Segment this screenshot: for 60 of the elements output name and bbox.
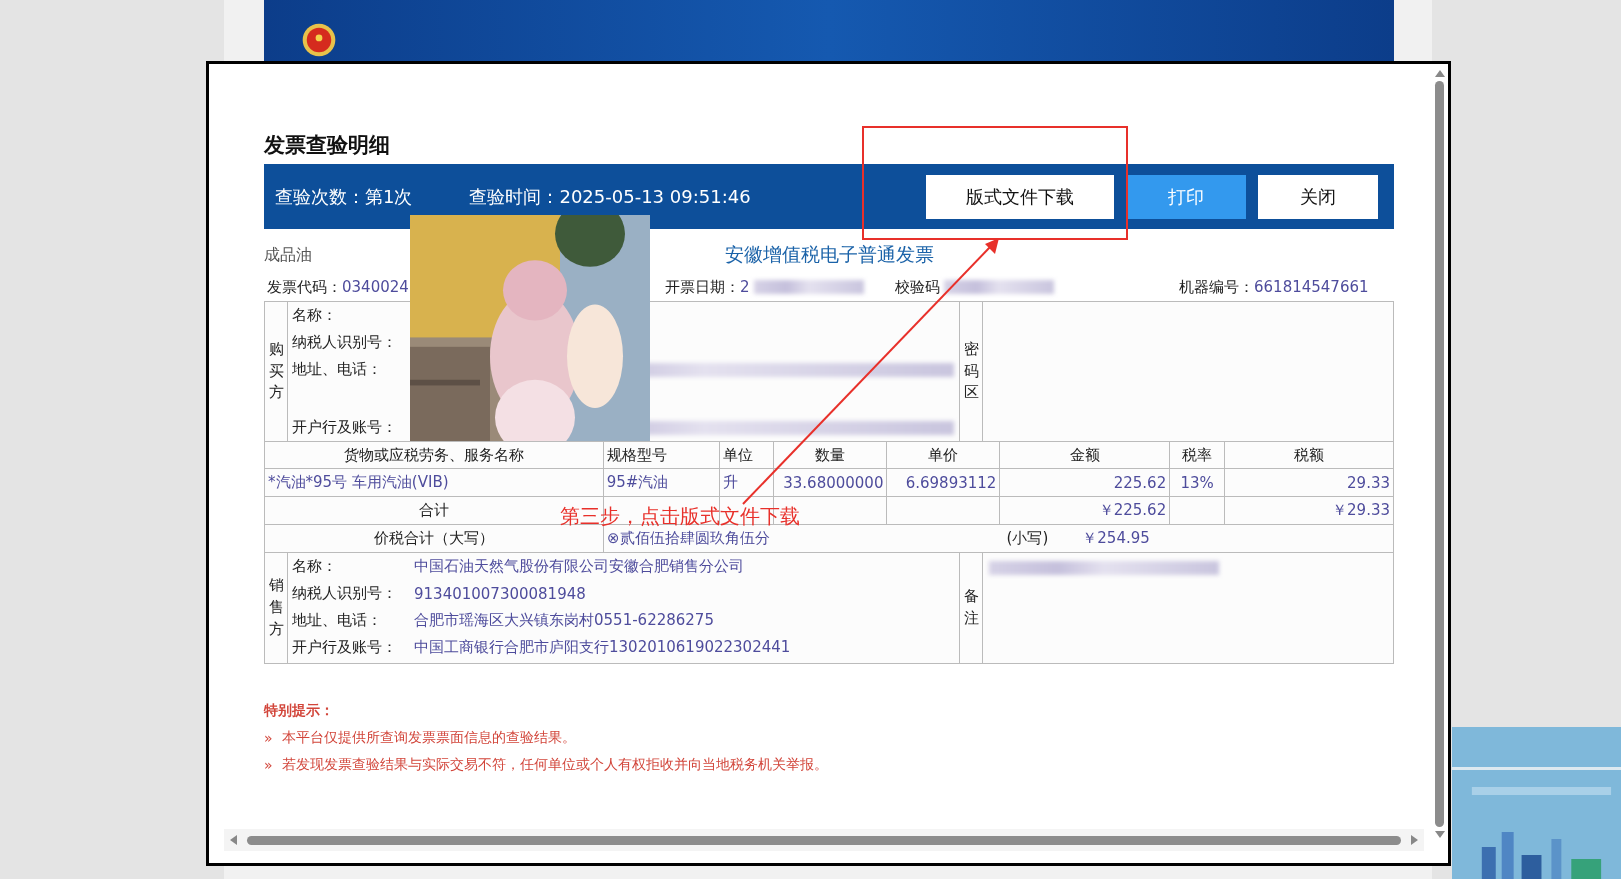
column-header: 数量 <box>773 442 888 468</box>
grand-total-amount: ￥254.95 <box>1082 529 1150 548</box>
table-cell: 升 <box>719 469 774 496</box>
amount-in-words: ⊗贰佰伍拾肆圆玖角伍分 <box>607 529 770 548</box>
emblem-icon <box>302 23 336 57</box>
field-value: 0340024 <box>342 278 409 296</box>
table-cell: 33.68000000 <box>773 469 888 496</box>
field-label: 校验码 <box>895 277 940 297</box>
notes-title: 特别提示： <box>264 701 335 720</box>
field-label: 名称： <box>292 306 338 325</box>
column-header: 单位 <box>719 442 774 468</box>
dialog-title: 发票查验明细 <box>264 132 391 159</box>
side-label: 购买方 <box>268 338 284 404</box>
note-text: 若发现发票查验结果与实际交易不符，任何单位或个人有权拒收并向当地税务机关举报。 <box>282 755 828 774</box>
field-value: 合肥市瑶海区大兴镇东岗村0551-62286275 <box>414 611 714 630</box>
action-button[interactable]: 关闭 <box>1258 174 1378 219</box>
field-label: 名称： <box>292 557 338 576</box>
horizontal-scrollbar[interactable] <box>224 829 1424 851</box>
annotation-text: 第三步，点击版式文件下载 <box>560 504 800 528</box>
table-cell: 95#汽油 <box>603 469 720 496</box>
field-label: 地址、电话： <box>292 611 383 630</box>
field-label: 开票日期： <box>665 277 740 297</box>
invoice-category: 成品油 <box>264 244 313 266</box>
table-cell: *汽油*95号 车用汽油(VIB) <box>265 469 604 496</box>
small-label: (小写) <box>1006 529 1049 548</box>
field-label: 纳税人识别号： <box>292 333 398 352</box>
table-cell: 13% <box>1170 469 1226 496</box>
grand-total-label: 价税合计（大写） <box>265 525 604 552</box>
column-header: 货物或应税劳务、服务名称 <box>265 442 604 468</box>
column-header: 税率 <box>1170 442 1226 468</box>
table-cell: 29.33 <box>1225 469 1394 496</box>
column-header: 金额 <box>1000 442 1171 468</box>
field-label: 发票代码： <box>267 277 342 297</box>
check-time: 查验时间：2025-05-13 09:51:46 <box>469 184 751 209</box>
bullet-marker: » <box>264 756 274 773</box>
field-label: 纳税人识别号： <box>292 584 398 603</box>
invoice-title: 安徽增值税电子普通发票 <box>724 242 934 267</box>
bullet-marker: » <box>264 729 274 746</box>
field-value: 中国工商银行合肥市庐阳支行1302010619022302441 <box>414 638 791 657</box>
action-button[interactable]: 版式文件下载 <box>926 174 1114 219</box>
field-label: 地址、电话： <box>292 360 383 379</box>
column-header: 规格型号 <box>603 442 720 468</box>
table-cell: 225.62 <box>1000 469 1171 496</box>
field-value: 913401007300081948 <box>414 584 586 603</box>
field-value: 中国石油天然气股份有限公司安徽合肥销售分公司 <box>414 557 744 576</box>
field-label: 开户行及账号： <box>292 638 398 657</box>
side-label: 密码区 <box>963 338 979 404</box>
column-header: 税额 <box>1225 442 1394 468</box>
field-value: 661814547661 <box>1254 278 1369 296</box>
field-label: 机器编号： <box>1179 277 1254 297</box>
side-label: 备注 <box>963 586 979 629</box>
total-amount: ￥225.62 <box>1000 497 1171 524</box>
total-tax: ￥29.33 <box>1225 497 1394 524</box>
column-header: 单价 <box>887 442 1001 468</box>
field-value: 2 <box>740 278 750 296</box>
field-label: 开户行及账号： <box>292 418 398 437</box>
table-cell: 6.69893112 <box>887 469 1001 496</box>
side-label: 销售方 <box>268 575 284 640</box>
note-text: 本平台仅提供所查询发票票面信息的查验结果。 <box>282 728 576 747</box>
check-count: 查验次数：第1次 <box>275 184 413 209</box>
